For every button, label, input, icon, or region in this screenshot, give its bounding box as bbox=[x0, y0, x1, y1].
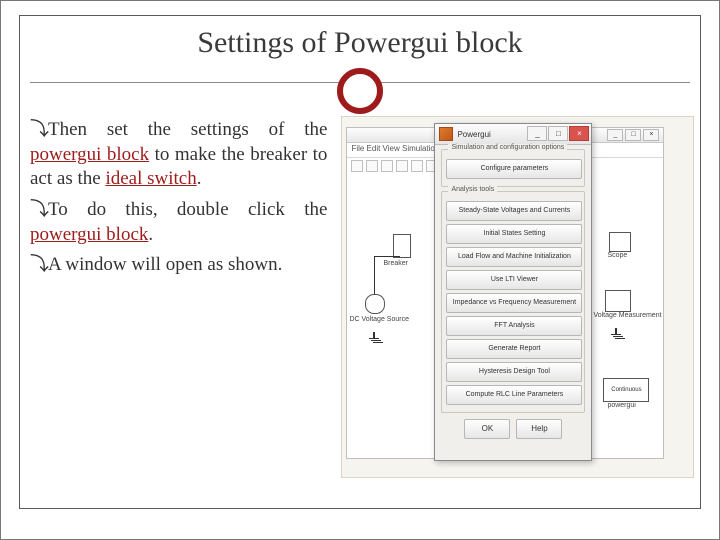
dialog-body: Simulation and configuration options Con… bbox=[435, 145, 591, 447]
analysis-button[interactable]: Load Flow and Machine Initialization bbox=[446, 247, 582, 267]
analysis-button[interactable]: Generate Report bbox=[446, 339, 582, 359]
analysis-button[interactable]: Use LTI Viewer bbox=[446, 270, 582, 290]
label-powergui: powergui bbox=[607, 402, 667, 409]
toolbar-button[interactable] bbox=[366, 160, 378, 172]
block-source[interactable] bbox=[365, 294, 385, 314]
group-caption: Simulation and configuration options bbox=[448, 144, 567, 151]
slide: Settings of Powergui block ⤵Then set the… bbox=[0, 0, 720, 540]
t: powergui block bbox=[30, 224, 148, 245]
t: . bbox=[197, 168, 202, 189]
title-ring-icon bbox=[337, 68, 383, 114]
bullet-icon: ⤵ bbox=[30, 253, 48, 278]
label-scope: Scope bbox=[607, 252, 667, 259]
bullet-1: ⤵Then set the settings of the powergui b… bbox=[30, 118, 327, 192]
close-button[interactable]: × bbox=[643, 129, 659, 141]
slide-title: Settings of Powergui block bbox=[20, 26, 700, 60]
ground-icon bbox=[611, 328, 623, 338]
group-config: Simulation and configuration options Con… bbox=[441, 149, 585, 187]
block-breaker[interactable] bbox=[393, 234, 411, 258]
toolbar-button[interactable] bbox=[396, 160, 408, 172]
label-source: DC Voltage Source bbox=[349, 316, 409, 323]
group-caption: Analysis tools bbox=[448, 186, 497, 193]
bullet-2: ⤵To do this, double click the powergui b… bbox=[30, 198, 327, 247]
close-button[interactable]: × bbox=[569, 126, 589, 141]
dialog-window-buttons: _ □ × bbox=[527, 126, 589, 141]
t: A window will open as shown. bbox=[48, 254, 282, 275]
t: ideal switch bbox=[105, 168, 196, 189]
ground-icon bbox=[369, 332, 381, 342]
bullet-3: ⤵A window will open as shown. bbox=[30, 253, 327, 278]
help-button[interactable]: Help bbox=[516, 419, 562, 439]
window-buttons: _ □ × bbox=[607, 129, 659, 141]
block-vmeas[interactable] bbox=[605, 290, 631, 312]
matlab-logo-icon bbox=[439, 127, 453, 141]
max-button[interactable]: □ bbox=[625, 129, 641, 141]
bullet-icon: ⤵ bbox=[30, 118, 48, 143]
analysis-button[interactable]: Steady-State Voltages and Currents bbox=[446, 201, 582, 221]
min-button[interactable]: _ bbox=[527, 126, 547, 141]
label-vmeas: Voltage Measurement bbox=[593, 312, 663, 319]
t: To do this, double click the bbox=[48, 199, 327, 220]
dialog-title: Powergui bbox=[457, 130, 490, 139]
analysis-button[interactable]: Impedance vs Frequency Measurement bbox=[446, 293, 582, 313]
powergui-dialog: Powergui _ □ × Simulation and configurat… bbox=[434, 123, 592, 461]
t: . bbox=[148, 224, 153, 245]
max-button[interactable]: □ bbox=[548, 126, 568, 141]
toolbar-button[interactable] bbox=[351, 160, 363, 172]
analysis-button[interactable]: Compute RLC Line Parameters bbox=[446, 385, 582, 405]
analysis-button[interactable]: FFT Analysis bbox=[446, 316, 582, 336]
bullet-icon: ⤵ bbox=[30, 198, 48, 223]
t: Then set the settings of the bbox=[48, 119, 327, 140]
body: ⤵Then set the settings of the powergui b… bbox=[28, 116, 692, 500]
slide-inner: Settings of Powergui block ⤵Then set the… bbox=[19, 15, 701, 509]
min-button[interactable]: _ bbox=[607, 129, 623, 141]
wire bbox=[374, 256, 400, 257]
block-scope[interactable] bbox=[609, 232, 631, 252]
ok-button[interactable]: OK bbox=[464, 419, 510, 439]
toolbar-button[interactable] bbox=[381, 160, 393, 172]
dialog-titlebar: Powergui _ □ × bbox=[435, 124, 591, 145]
text-column: ⤵Then set the settings of the powergui b… bbox=[28, 116, 333, 500]
toolbar-button[interactable] bbox=[411, 160, 423, 172]
block-powergui[interactable]: Continuous bbox=[603, 378, 649, 402]
wire bbox=[374, 256, 375, 294]
analysis-button[interactable]: Initial States Setting bbox=[446, 224, 582, 244]
analysis-button[interactable]: Hysteresis Design Tool bbox=[446, 362, 582, 382]
configure-parameters-button[interactable]: Configure parameters bbox=[446, 159, 582, 179]
group-analysis: Analysis tools Steady-State Voltages and… bbox=[441, 191, 585, 413]
screenshot: _ □ × File Edit View Simulation bbox=[341, 116, 694, 478]
t: powergui block bbox=[30, 144, 149, 165]
dialog-footer: OK Help bbox=[441, 417, 585, 443]
screenshot-column: _ □ × File Edit View Simulation bbox=[333, 116, 692, 500]
